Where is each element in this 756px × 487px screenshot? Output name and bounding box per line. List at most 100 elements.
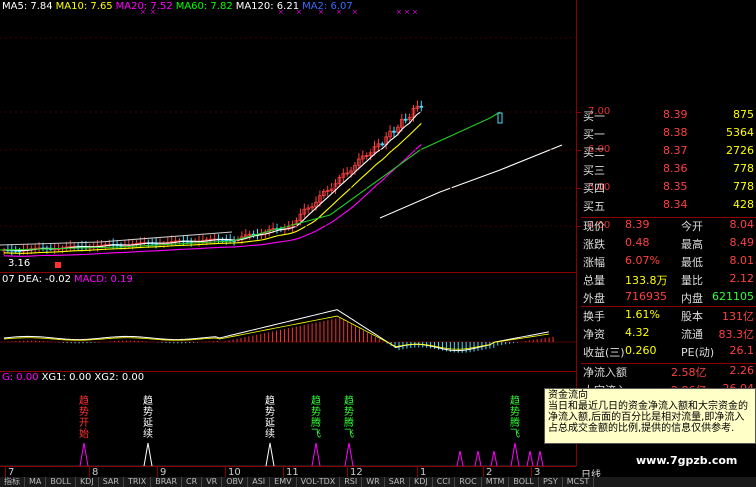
signal-char: 始 bbox=[79, 429, 89, 440]
indicator-tab[interactable]: MA bbox=[25, 477, 47, 487]
bid-label: 买二 bbox=[583, 146, 605, 159]
quote-cell: 428 bbox=[733, 198, 754, 211]
indicator-tab[interactable]: VOL-TDX bbox=[297, 477, 341, 487]
indicator-tab[interactable]: SAR bbox=[99, 477, 124, 487]
indicator-tab[interactable]: WR bbox=[362, 477, 385, 487]
indicator-tab[interactable]: KDJ bbox=[76, 477, 99, 487]
quote-row: 涨幅 6.07% 最低 8.01 bbox=[581, 254, 756, 270]
indicator-tab[interactable]: CCI bbox=[433, 477, 456, 487]
stat-value: 8.49 bbox=[729, 236, 755, 249]
signal-char: 腾 bbox=[344, 418, 354, 429]
stat-value: 83.3亿 bbox=[718, 328, 755, 341]
indicator-tab[interactable]: RSI bbox=[340, 477, 363, 487]
date-tick-mark bbox=[5, 467, 6, 477]
indicator-tab[interactable]: MCST bbox=[563, 477, 595, 487]
macd-legend: 07 DEA: -0.02 MACD: 0.19 bbox=[2, 274, 136, 285]
stat-label: 总量 bbox=[583, 274, 605, 287]
stat-label: 外盘 bbox=[583, 292, 605, 305]
signal-mark: × bbox=[412, 8, 418, 16]
indicator-tab[interactable]: BRAR bbox=[151, 477, 183, 487]
indicator-tab[interactable]: BOLL bbox=[509, 477, 539, 487]
signal-spike bbox=[456, 450, 464, 467]
indicator-tab[interactable]: OBV bbox=[222, 477, 249, 487]
stat-label: 现价 bbox=[583, 220, 605, 233]
date-tick-mark bbox=[531, 467, 532, 477]
bid-label: 买五 bbox=[583, 200, 605, 213]
quote-row: 买五 8.34 428 bbox=[581, 198, 756, 214]
candle-body bbox=[392, 130, 396, 133]
signal-spike bbox=[344, 442, 354, 467]
quote-cell: 8.35 bbox=[663, 180, 688, 193]
signal-legend: G: 0.00 XG1: 0.00 XG2: 0.00 bbox=[2, 372, 147, 383]
indicator-tab[interactable]: ASI bbox=[248, 477, 271, 487]
indicator-tab[interactable]: SAR bbox=[385, 477, 410, 487]
legend-item: G: 0.00 bbox=[2, 372, 39, 383]
signal-char: 飞 bbox=[311, 429, 321, 440]
stat-label: 收益(三) bbox=[583, 346, 625, 359]
tooltip-title: 资金流向 bbox=[548, 390, 588, 401]
signal-label: 趋势开始 bbox=[78, 396, 90, 440]
signal-char: 开 bbox=[79, 418, 89, 429]
signal-spike bbox=[526, 450, 534, 467]
stat-label: 涨幅 bbox=[583, 256, 605, 269]
legend-item: MA60: 7.82 bbox=[175, 1, 233, 12]
indicator-tab[interactable]: ROC bbox=[455, 477, 482, 487]
stat-value: 131亿 bbox=[722, 310, 754, 323]
date-tick-mark bbox=[283, 467, 284, 477]
signal-mark: × bbox=[396, 8, 402, 16]
stat-label: 涨跌 bbox=[583, 238, 605, 251]
indicator-tab[interactable]: KDJ bbox=[410, 477, 433, 487]
price-chart[interactable]: × × × × × × × × × × bbox=[0, 0, 576, 272]
watermark: www.7gpzb.com bbox=[636, 454, 738, 467]
quote-row: 买三 8.36 778 bbox=[581, 162, 756, 178]
signal-spike bbox=[474, 450, 482, 467]
signal-char: 趋 bbox=[510, 396, 520, 407]
quote-panel: 买一 8.39 875 买一 8.38 5364 买二 8.37 2726 买三 8.36 778 买四… bbox=[581, 108, 756, 397]
signal-spike bbox=[536, 450, 544, 467]
signal-char: 势 bbox=[344, 407, 354, 418]
stat-label: 净资 bbox=[583, 328, 605, 341]
quote-separator bbox=[581, 306, 756, 307]
indicator-tab[interactable]: 指标 bbox=[0, 477, 25, 487]
stat-label: 最低 bbox=[681, 256, 703, 269]
indicator-tab[interactable]: CR bbox=[182, 477, 203, 487]
capital-flow-tooltip: 资金流向 当日和最近几日的资金净流入额和大宗资金的净流入额,后面的百分比是相对流… bbox=[544, 388, 756, 444]
legend-item: XG2: 0.00 bbox=[94, 372, 145, 383]
signal-mark: × bbox=[404, 8, 410, 16]
quote-cell: 8.38 bbox=[663, 126, 688, 139]
stat-value: 621105 bbox=[712, 290, 754, 303]
quote-row: 买二 8.37 2726 bbox=[581, 144, 756, 160]
signal-char: 势 bbox=[79, 407, 89, 418]
indicator-tab[interactable]: TRIX bbox=[124, 477, 152, 487]
price-low-label: 3.16 bbox=[8, 258, 31, 269]
indicator-tab-bar: 指标 MA BOLL KDJ SAR TRIX BRAR CR VR OBV ASI EMV VOL-T… bbox=[0, 477, 756, 487]
stat-label: 流通 bbox=[681, 328, 703, 341]
date-tick-mark bbox=[225, 467, 226, 477]
quote-row: 外盘 716935 内盘 621105 bbox=[581, 290, 756, 306]
candle-body bbox=[380, 143, 385, 146]
bid-label: 买四 bbox=[583, 182, 605, 195]
quote-row: 总量 133.8万 量比 2.12 bbox=[581, 272, 756, 288]
signal-spike bbox=[79, 442, 89, 467]
indicator-tab[interactable]: PSY bbox=[539, 477, 563, 487]
stat-value: 0.48 bbox=[625, 236, 650, 249]
signal-char: 趋 bbox=[344, 396, 354, 407]
indicator-tab[interactable]: MTM bbox=[482, 477, 510, 487]
quote-cell: 8.39 bbox=[663, 108, 688, 121]
stat-value: 1.61% bbox=[625, 308, 660, 321]
signal-label: 趋势腾飞 bbox=[343, 396, 355, 440]
ma120-line bbox=[379, 144, 563, 219]
indicator-tab[interactable]: VR bbox=[202, 477, 223, 487]
quote-cell: 8.37 bbox=[663, 144, 688, 157]
stat-value: 0.260 bbox=[625, 344, 657, 357]
stat-label: 今开 bbox=[681, 220, 703, 233]
indicator-tab[interactable]: BOLL bbox=[46, 477, 76, 487]
macd-chart[interactable] bbox=[0, 272, 576, 371]
stat-value: 8.04 bbox=[729, 218, 755, 231]
signal-spike bbox=[510, 442, 520, 467]
quote-row: 净资 4.32 流通 83.3亿 bbox=[581, 326, 756, 342]
moving-average-lines bbox=[0, 111, 563, 257]
quote-cell: 778 bbox=[733, 180, 754, 193]
signal-label: 趋势腾飞 bbox=[310, 396, 322, 440]
indicator-tab[interactable]: EMV bbox=[270, 477, 297, 487]
